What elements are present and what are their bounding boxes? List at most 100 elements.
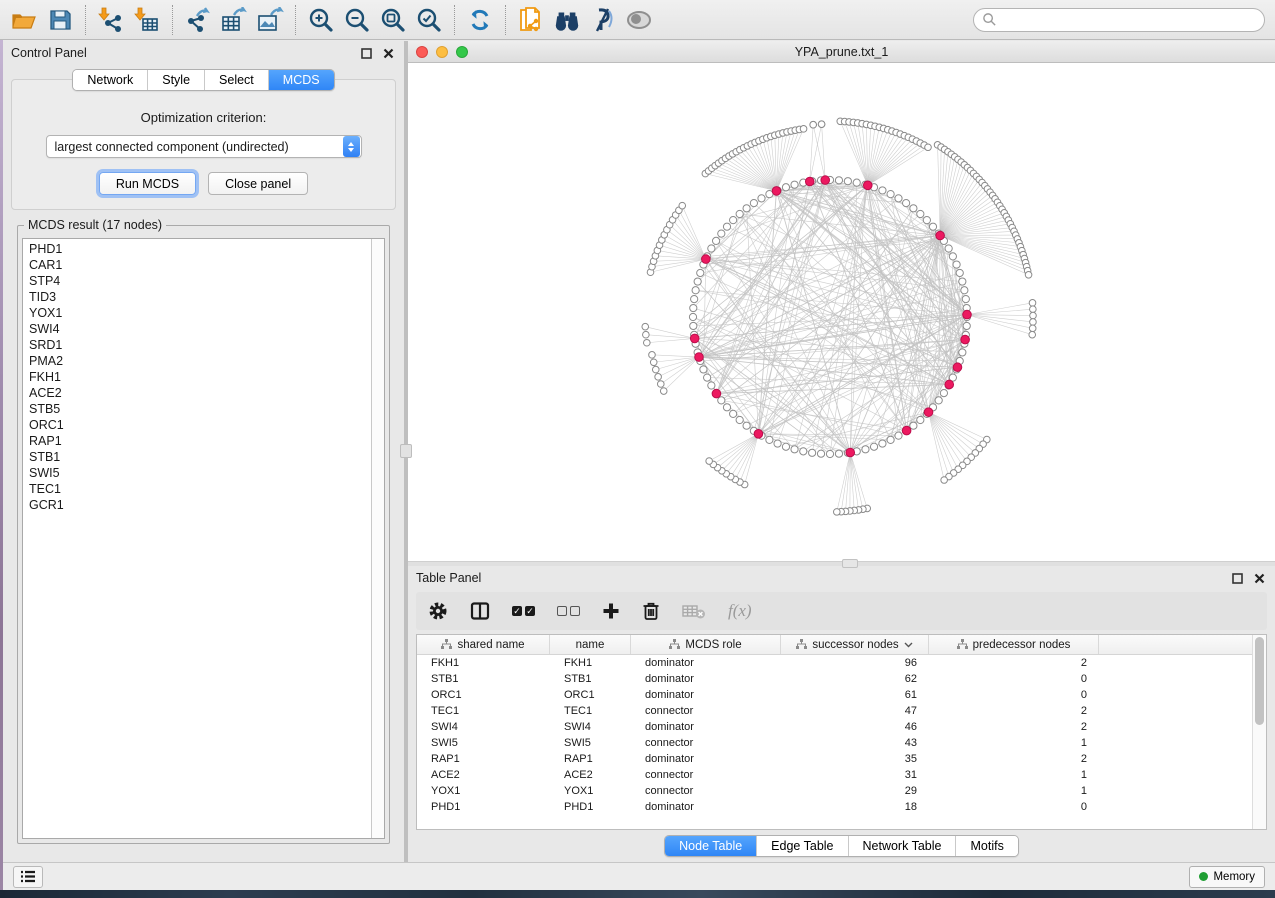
mcds-result-item[interactable]: PHD1 [29, 241, 365, 257]
table-cell[interactable]: TEC1 [550, 703, 631, 719]
toggle-graphics-details-button[interactable] [587, 4, 619, 36]
table-cell[interactable]: ORC1 [550, 687, 631, 703]
table-cell[interactable]: dominator [631, 799, 781, 815]
table-cell[interactable]: 46 [781, 719, 929, 735]
table-cell[interactable]: connector [631, 783, 781, 799]
memory-button[interactable]: Memory [1189, 866, 1265, 888]
table-cell[interactable]: YOX1 [550, 783, 631, 799]
table-cell[interactable]: SWI4 [550, 719, 631, 735]
table-cell[interactable]: SWI4 [417, 719, 550, 735]
table-cell[interactable]: 35 [781, 751, 929, 767]
table-cell[interactable]: 1 [929, 735, 1099, 751]
table-cell[interactable]: ACE2 [550, 767, 631, 783]
table-cell[interactable]: dominator [631, 687, 781, 703]
table-options-button[interactable] [426, 599, 450, 623]
deselect-all-button[interactable] [555, 604, 582, 618]
refresh-button[interactable] [464, 4, 496, 36]
table-row[interactable]: TEC1TEC1connector472 [417, 703, 1252, 719]
scrollbar-thumb[interactable] [1255, 637, 1264, 725]
export-image-button[interactable] [254, 4, 286, 36]
open-file-button[interactable] [8, 4, 40, 36]
table-cell[interactable]: SWI5 [417, 735, 550, 751]
table-cell[interactable]: ACE2 [417, 767, 550, 783]
table-cell[interactable]: 18 [781, 799, 929, 815]
export-network-button[interactable] [182, 4, 214, 36]
float-table-panel-button[interactable] [1229, 570, 1245, 586]
zoom-out-button[interactable] [341, 4, 373, 36]
table-cell[interactable]: ORC1 [417, 687, 550, 703]
table-cell[interactable]: connector [631, 703, 781, 719]
table-cell[interactable]: dominator [631, 719, 781, 735]
tab-style[interactable]: Style [148, 70, 205, 90]
table-row[interactable]: SWI5SWI5connector431 [417, 735, 1252, 751]
table-cell[interactable]: 31 [781, 767, 929, 783]
table-cell[interactable]: 0 [929, 687, 1099, 703]
table-cell[interactable]: STB1 [550, 671, 631, 687]
mcds-result-item[interactable]: ACE2 [29, 385, 365, 401]
search-network-button[interactable] [551, 4, 583, 36]
table-cell[interactable]: FKH1 [550, 655, 631, 671]
table-cell[interactable]: PHD1 [550, 799, 631, 815]
table-cell[interactable]: 29 [781, 783, 929, 799]
table-cell[interactable]: connector [631, 735, 781, 751]
close-table-panel-button[interactable] [1251, 570, 1267, 586]
mcds-result-item[interactable]: CAR1 [29, 257, 365, 273]
mcds-result-item[interactable]: PMA2 [29, 353, 365, 369]
table-cell[interactable]: 2 [929, 655, 1099, 671]
splitter-handle-icon[interactable] [400, 444, 412, 458]
import-table-button[interactable] [131, 4, 163, 36]
table-cell[interactable]: 43 [781, 735, 929, 751]
mcds-result-item[interactable]: SRD1 [29, 337, 365, 353]
zoom-selected-button[interactable] [413, 4, 445, 36]
table-row[interactable]: FKH1FKH1dominator962 [417, 655, 1252, 671]
table-cell[interactable]: 2 [929, 751, 1099, 767]
export-table-button[interactable] [218, 4, 250, 36]
delete-row-button[interactable] [640, 599, 662, 623]
table-cell[interactable]: RAP1 [550, 751, 631, 767]
optimization-criterion-select[interactable]: largest connected component (undirected) [46, 135, 362, 158]
close-panel-button[interactable] [380, 45, 396, 61]
result-scrollbar[interactable] [371, 239, 384, 838]
select-all-button[interactable]: ✓✓ [510, 604, 537, 618]
table-row[interactable]: YOX1YOX1connector291 [417, 783, 1252, 799]
tab-network-table[interactable]: Network Table [849, 836, 957, 856]
close-window-button[interactable] [416, 46, 428, 58]
table-row[interactable]: ORC1ORC1dominator610 [417, 687, 1252, 703]
table-splitter[interactable] [408, 561, 1275, 566]
birds-eye-view-button[interactable] [623, 4, 655, 36]
table-cell[interactable]: YOX1 [417, 783, 550, 799]
mcds-result-item[interactable]: TID3 [29, 289, 365, 305]
mcds-result-item[interactable]: FKH1 [29, 369, 365, 385]
close-mcds-panel-button[interactable]: Close panel [208, 172, 308, 195]
mcds-result-item[interactable]: RAP1 [29, 433, 365, 449]
table-cell[interactable]: TEC1 [417, 703, 550, 719]
tab-motifs[interactable]: Motifs [956, 836, 1017, 856]
table-row[interactable]: RAP1RAP1dominator352 [417, 751, 1252, 767]
mcds-result-item[interactable]: ORC1 [29, 417, 365, 433]
table-cell[interactable]: FKH1 [417, 655, 550, 671]
share-network-document-button[interactable] [515, 4, 547, 36]
mcds-result-item[interactable]: YOX1 [29, 305, 365, 321]
tab-edge-table[interactable]: Edge Table [757, 836, 848, 856]
table-cell[interactable]: 1 [929, 783, 1099, 799]
table-cell[interactable]: STB1 [417, 671, 550, 687]
column-header-successor-nodes[interactable]: successor nodes [781, 635, 929, 654]
mcds-result-item[interactable]: STB5 [29, 401, 365, 417]
table-cell[interactable]: 47 [781, 703, 929, 719]
table-row[interactable]: STB1STB1dominator620 [417, 671, 1252, 687]
table-splitter-handle-icon[interactable] [842, 559, 858, 568]
search-input[interactable] [997, 12, 1256, 28]
table-cell[interactable]: connector [631, 767, 781, 783]
import-network-button[interactable] [95, 4, 127, 36]
column-header-name[interactable]: name [550, 635, 631, 654]
table-row[interactable]: ACE2ACE2connector311 [417, 767, 1252, 783]
show-panels-button[interactable] [13, 866, 43, 888]
table-scrollbar[interactable] [1252, 635, 1266, 829]
minimize-window-button[interactable] [436, 46, 448, 58]
table-cell[interactable]: dominator [631, 671, 781, 687]
table-row[interactable]: SWI4SWI4dominator462 [417, 719, 1252, 735]
table-cell[interactable]: PHD1 [417, 799, 550, 815]
zoom-fit-button[interactable] [377, 4, 409, 36]
column-header-shared-name[interactable]: shared name [417, 635, 550, 654]
table-cell[interactable]: 2 [929, 719, 1099, 735]
